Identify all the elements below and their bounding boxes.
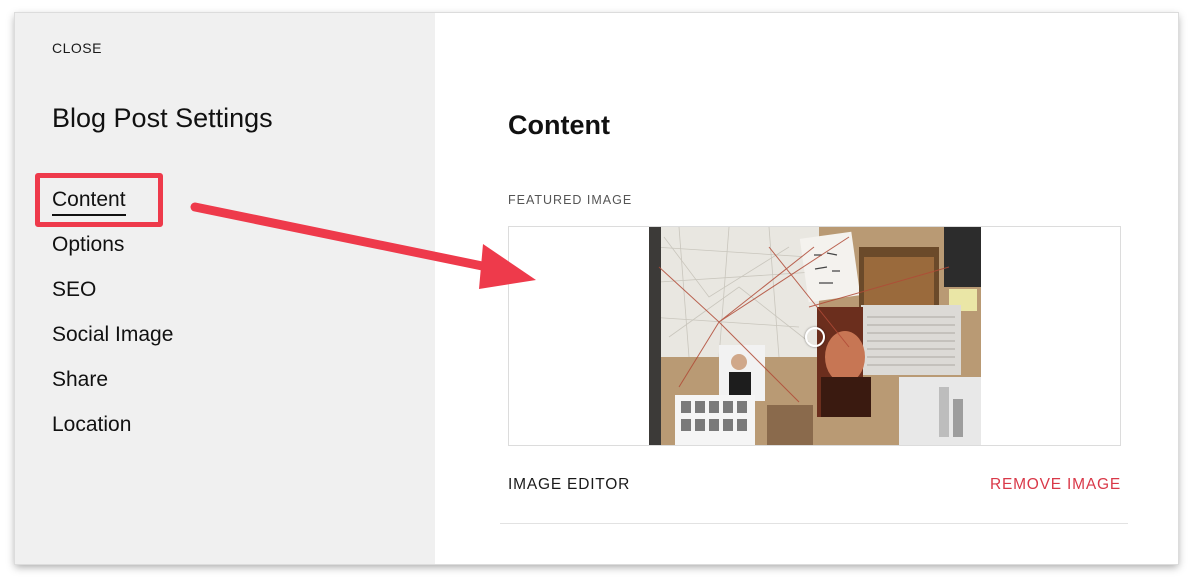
nav-item-content[interactable]: Content xyxy=(52,184,173,229)
nav-item-label: Share xyxy=(52,368,109,391)
divider xyxy=(500,523,1128,524)
nav-item-label: Content xyxy=(52,186,126,216)
featured-image-label: FEATURED IMAGE xyxy=(508,193,633,207)
close-button[interactable]: CLOSE xyxy=(52,40,102,56)
focal-point-handle[interactable] xyxy=(805,327,825,347)
nav-item-options[interactable]: Options xyxy=(52,229,173,274)
nav-item-label: Options xyxy=(52,233,125,256)
nav-item-share[interactable]: Share xyxy=(52,364,173,409)
nav-item-label: SEO xyxy=(52,278,97,301)
content-panel: Content FEATURED IMAGE IMAGE EDITOR REMO… xyxy=(435,13,1178,564)
nav-item-location[interactable]: Location xyxy=(52,409,173,454)
page-title: Content xyxy=(508,110,610,140)
nav-item-social-image[interactable]: Social Image xyxy=(52,319,173,364)
nav-item-label: Location xyxy=(52,413,132,436)
blog-post-settings-dialog: CLOSE Blog Post Settings Content Options… xyxy=(15,13,1178,564)
remove-image-button[interactable]: REMOVE IMAGE xyxy=(990,476,1121,494)
nav-item-label: Social Image xyxy=(52,323,174,346)
settings-nav: Content Options SEO Social Image Share L… xyxy=(52,184,173,454)
sidebar-title: Blog Post Settings xyxy=(52,103,273,133)
image-editor-button[interactable]: IMAGE EDITOR xyxy=(508,476,630,494)
nav-item-seo[interactable]: SEO xyxy=(52,274,173,319)
featured-image-dropzone[interactable] xyxy=(508,226,1121,446)
settings-sidebar: CLOSE Blog Post Settings Content Options… xyxy=(15,13,435,564)
